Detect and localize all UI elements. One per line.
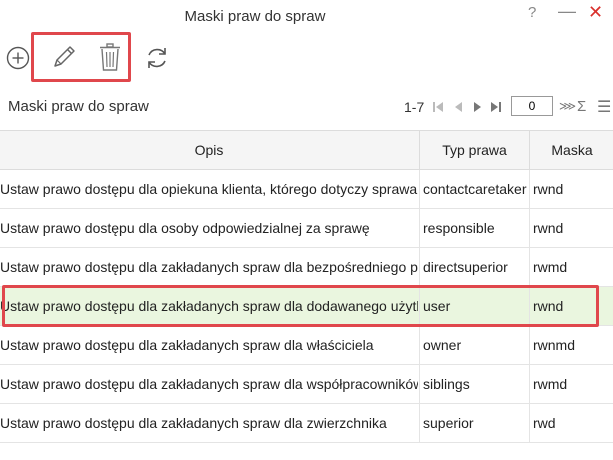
window-titlebar: Maski praw do spraw ? — ✕ <box>0 0 613 32</box>
first-page-icon[interactable] <box>432 100 444 114</box>
table-row[interactable]: Ustaw prawo dostępu dla zakładanych spra… <box>0 326 613 365</box>
cell-opis: Ustaw prawo dostępu dla opiekuna klienta… <box>0 181 418 197</box>
cell-maska: rwnd <box>529 170 613 208</box>
add-circle-icon[interactable] <box>6 46 30 70</box>
more-columns-icon[interactable]: ⋙ <box>559 99 576 113</box>
cell-opis: Ustaw prawo dostępu dla zakładanych spra… <box>0 298 418 314</box>
table-row[interactable]: Ustaw prawo dostępu dla zakładanych spra… <box>0 365 613 404</box>
cell-maska: rwnd <box>529 209 613 247</box>
next-page-icon[interactable] <box>472 100 484 114</box>
toolbar-highlight-box <box>31 32 131 82</box>
cell-maska: rwnmd <box>529 326 613 364</box>
cell-typ-prawa: user <box>419 287 528 325</box>
cell-maska: rwd <box>529 404 613 442</box>
table-row[interactable]: Ustaw prawo dostępu dla zakładanych spra… <box>0 404 613 443</box>
last-page-icon[interactable] <box>490 100 502 114</box>
table-row-selected[interactable]: Ustaw prawo dostępu dla zakładanych spra… <box>0 287 613 326</box>
column-header-opis[interactable]: Opis <box>0 131 418 169</box>
table-row[interactable]: Ustaw prawo dostępu dla osoby odpowiedzi… <box>0 209 613 248</box>
sum-icon[interactable]: Σ <box>577 98 586 115</box>
cell-typ-prawa: siblings <box>419 365 528 403</box>
close-button[interactable]: ✕ <box>588 2 603 23</box>
cell-typ-prawa: contactcaretaker <box>419 170 528 208</box>
cell-opis: Ustaw prawo dostępu dla osoby odpowiedzi… <box>0 220 370 236</box>
cell-opis: Ustaw prawo dostępu dla zakładanych spra… <box>0 376 418 392</box>
cell-maska: rwmd <box>529 365 613 403</box>
cell-typ-prawa: responsible <box>419 209 528 247</box>
table-row[interactable]: Ustaw prawo dostępu dla opiekuna klienta… <box>0 170 613 209</box>
cell-typ-prawa: directsuperior <box>419 248 528 286</box>
cell-typ-prawa: owner <box>419 326 528 364</box>
pager-range: 1-7 <box>404 99 425 115</box>
section-title: Maski praw do spraw <box>8 98 149 115</box>
page-number-input[interactable] <box>511 96 553 116</box>
cell-maska: rwnd <box>529 287 613 325</box>
column-header-maska[interactable]: Maska <box>529 131 613 169</box>
window-title: Maski praw do spraw <box>184 8 326 25</box>
cell-maska: rwmd <box>529 248 613 286</box>
refresh-icon[interactable] <box>144 45 170 71</box>
cell-opis: Ustaw prawo dostępu dla zakładanych spra… <box>0 415 387 431</box>
prev-page-icon[interactable] <box>452 100 464 114</box>
menu-icon[interactable]: ☰ <box>597 97 611 117</box>
cell-opis: Ustaw prawo dostępu dla zakładanych spra… <box>0 259 418 275</box>
help-button[interactable]: ? <box>528 4 536 21</box>
table-row[interactable]: Ustaw prawo dostępu dla zakładanych spra… <box>0 248 613 287</box>
cell-opis: Ustaw prawo dostępu dla zakładanych spra… <box>0 337 374 353</box>
column-header-typ-prawa[interactable]: Typ prawa <box>419 131 529 169</box>
minimize-button[interactable]: — <box>558 1 576 22</box>
grid-header: Opis Typ prawa Maska <box>0 130 613 170</box>
cell-typ-prawa: superior <box>419 404 528 442</box>
